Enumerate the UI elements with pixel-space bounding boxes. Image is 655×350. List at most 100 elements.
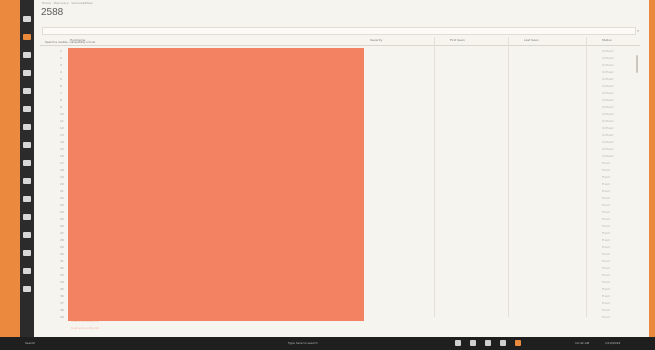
explorer-icon[interactable] [470, 340, 476, 346]
table-row[interactable]: 6 host-vuln-entry-06 Unfixed [40, 83, 640, 99]
table-row[interactable]: 10 host-vuln-entry-10 Unfixed [40, 111, 640, 127]
col-hostname[interactable]: Hostname [70, 38, 85, 42]
table-row[interactable]: 38 host-vuln-entry-38 Fixed [40, 307, 640, 323]
hostname-cell[interactable]: host-vuln-entry-20 [68, 181, 364, 197]
taskbar-search-box[interactable]: Type here to search [288, 341, 318, 345]
lock-icon[interactable] [23, 250, 31, 256]
hostname-cell[interactable]: host-vuln-entry-02 [68, 55, 364, 71]
windows-icon[interactable] [455, 340, 461, 346]
table-row[interactable]: 28 host-vuln-entry-28 Fixed [40, 237, 640, 253]
table-row[interactable]: 3 host-vuln-entry-03 Unfixed [40, 62, 640, 78]
table-row[interactable]: 14 host-vuln-entry-14 Unfixed [40, 139, 640, 155]
table-row[interactable]: 8 host-vuln-entry-08 Unfixed [40, 97, 640, 113]
hostname-cell[interactable]: host-vuln-entry-07 [68, 90, 364, 106]
table-row[interactable]: 35 host-vuln-entry-35 Fixed [40, 286, 640, 302]
settings-icon[interactable] [23, 178, 31, 184]
globe-icon[interactable] [23, 268, 31, 274]
table-row[interactable]: 27 host-vuln-entry-27 Fixed [40, 230, 640, 246]
hostname-cell[interactable]: host-vuln-entry-31 [68, 258, 364, 274]
grid-icon[interactable] [23, 232, 31, 238]
breadcrumb[interactable]: Home · Discovery · Vulnerabilities [42, 1, 93, 5]
table-row[interactable]: 34 host-vuln-entry-34 Fixed [40, 279, 640, 295]
table-row[interactable]: 37 host-vuln-entry-37 Fixed [40, 300, 640, 316]
tag-icon[interactable] [23, 160, 31, 166]
hostname-cell[interactable]: host-vuln-entry-39 [68, 314, 364, 330]
hostname-cell[interactable]: host-vuln-entry-16 [68, 153, 364, 169]
hostname-cell[interactable]: host-vuln-entry-35 [68, 286, 364, 302]
table-row[interactable]: 32 host-vuln-entry-32 Fixed [40, 265, 640, 281]
hostname-cell[interactable]: host-vuln-entry-19 [68, 174, 364, 190]
shield-icon[interactable] [23, 70, 31, 76]
table-row[interactable]: 16 host-vuln-entry-16 Unfixed [40, 153, 640, 169]
scrollbar-thumb[interactable] [636, 55, 638, 73]
table-row[interactable]: 2 host-vuln-entry-02 Unfixed [40, 55, 640, 71]
hostname-cell[interactable]: host-vuln-entry-18 [68, 167, 364, 183]
bell-icon[interactable] [23, 106, 31, 112]
search-icon[interactable] [23, 34, 31, 40]
table-row[interactable]: 5 host-vuln-entry-05 Unfixed [40, 76, 640, 92]
hostname-cell[interactable]: host-vuln-entry-30 [68, 251, 364, 267]
table-row[interactable]: 20 host-vuln-entry-20 Fixed [40, 181, 640, 197]
table-row[interactable]: 24 host-vuln-entry-24 Fixed [40, 209, 640, 225]
app-icon[interactable] [500, 340, 506, 346]
col-first-seen[interactable]: First Seen [450, 38, 465, 42]
hostname-cell[interactable]: host-vuln-entry-05 [68, 76, 364, 92]
table-row[interactable]: 1 host-vuln-entry-01 Unfixed [40, 48, 640, 64]
help-icon[interactable] [23, 286, 31, 292]
hostname-cell[interactable]: host-vuln-entry-23 [68, 202, 364, 218]
hostname-cell[interactable]: host-vuln-entry-14 [68, 139, 364, 155]
table-row[interactable]: 12 host-vuln-entry-12 Unfixed [40, 125, 640, 141]
home-icon[interactable] [23, 16, 31, 22]
chart-icon[interactable] [23, 52, 31, 58]
table-row[interactable]: 39 host-vuln-entry-39 Fixed [40, 314, 640, 330]
hostname-cell[interactable]: host-vuln-entry-29 [68, 244, 364, 260]
hostname-cell[interactable]: host-vuln-entry-38 [68, 307, 364, 323]
table-row[interactable]: 36 host-vuln-entry-36 Fixed [40, 293, 640, 309]
hostname-cell[interactable]: host-vuln-entry-10 [68, 111, 364, 127]
hostname-cell[interactable]: host-vuln-entry-17 [68, 160, 364, 176]
table-row[interactable]: 18 host-vuln-entry-18 Fixed [40, 167, 640, 183]
hostname-cell[interactable]: host-vuln-entry-12 [68, 125, 364, 141]
link-icon[interactable] [23, 196, 31, 202]
clock-icon[interactable] [23, 214, 31, 220]
hostname-cell[interactable]: host-vuln-entry-32 [68, 265, 364, 281]
hostname-cell[interactable]: host-vuln-entry-13 [68, 132, 364, 148]
col-last-seen[interactable]: Last Seen [524, 38, 539, 42]
hostname-cell[interactable]: host-vuln-entry-34 [68, 279, 364, 295]
hostname-cell[interactable]: host-vuln-entry-26 [68, 223, 364, 239]
browser-icon[interactable] [485, 340, 491, 346]
hostname-cell[interactable]: host-vuln-entry-08 [68, 97, 364, 113]
table-row[interactable]: 11 host-vuln-entry-11 Unfixed [40, 118, 640, 134]
table-row[interactable]: 30 host-vuln-entry-30 Fixed [40, 251, 640, 267]
table-row[interactable]: 7 host-vuln-entry-07 Unfixed [40, 90, 640, 106]
search-icon[interactable]: ⌕ [637, 28, 639, 33]
table-row[interactable]: 25 host-vuln-entry-25 Fixed [40, 216, 640, 232]
hostname-cell[interactable]: host-vuln-entry-22 [68, 195, 364, 211]
col-severity[interactable]: Severity [370, 38, 382, 42]
taskbar-search[interactable]: Search [25, 341, 35, 345]
hostname-cell[interactable]: host-vuln-entry-33 [68, 272, 364, 288]
hostname-cell[interactable]: host-vuln-entry-24 [68, 209, 364, 225]
hostname-cell[interactable]: host-vuln-entry-11 [68, 118, 364, 134]
hostname-cell[interactable]: host-vuln-entry-27 [68, 230, 364, 246]
table-row[interactable]: 23 host-vuln-entry-23 Fixed [40, 202, 640, 218]
folder-icon[interactable] [23, 142, 31, 148]
active-app-icon[interactable] [515, 340, 521, 346]
hostname-cell[interactable]: host-vuln-entry-37 [68, 300, 364, 316]
hostname-cell[interactable]: host-vuln-entry-21 [68, 188, 364, 204]
hostname-cell[interactable]: host-vuln-entry-25 [68, 216, 364, 232]
hostname-cell[interactable]: host-vuln-entry-09 [68, 104, 364, 120]
table-row[interactable]: 17 host-vuln-entry-17 Fixed [40, 160, 640, 176]
hostname-cell[interactable]: host-vuln-entry-04 [68, 69, 364, 85]
table-row[interactable]: 33 host-vuln-entry-33 Fixed [40, 272, 640, 288]
table-row[interactable]: 22 host-vuln-entry-22 Fixed [40, 195, 640, 211]
table-row[interactable]: 4 host-vuln-entry-04 Unfixed [40, 69, 640, 85]
table-row[interactable]: 21 host-vuln-entry-21 Fixed [40, 188, 640, 204]
table-row[interactable]: 26 host-vuln-entry-26 Fixed [40, 223, 640, 239]
hostname-cell[interactable]: host-vuln-entry-36 [68, 293, 364, 309]
table-row[interactable]: 13 host-vuln-entry-13 Unfixed [40, 132, 640, 148]
table-row[interactable]: 31 host-vuln-entry-31 Fixed [40, 258, 640, 274]
hostname-cell[interactable]: host-vuln-entry-06 [68, 83, 364, 99]
table-row[interactable]: 15 host-vuln-entry-15 Unfixed [40, 146, 640, 162]
hostname-cell[interactable]: host-vuln-entry-15 [68, 146, 364, 162]
